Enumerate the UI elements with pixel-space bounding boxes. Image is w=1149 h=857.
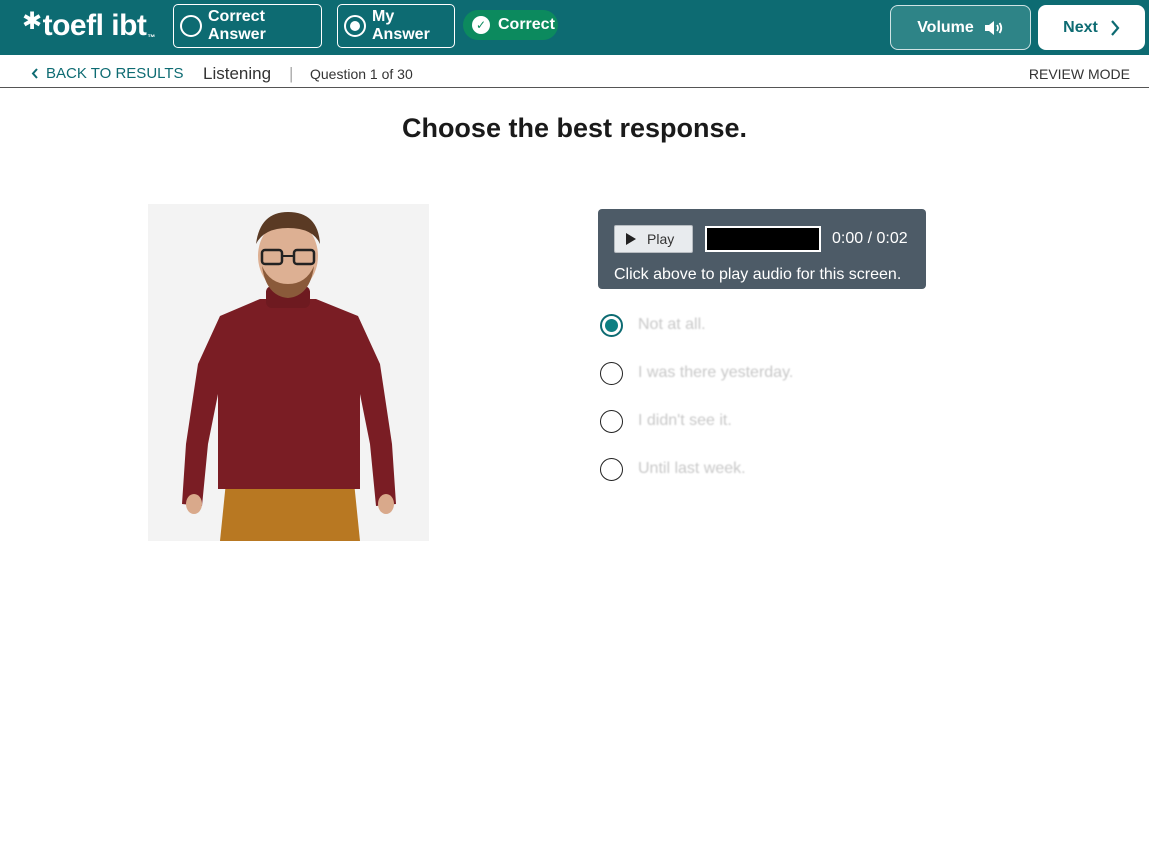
speaker-photo <box>148 204 429 541</box>
sub-header: BACK TO RESULTS Listening | Question 1 o… <box>0 55 1149 88</box>
status-badge-label: Correct <box>498 16 555 33</box>
correct-answer-button[interactable]: Correct Answer <box>173 4 322 48</box>
volume-label: Volume <box>917 18 974 36</box>
top-bar: ✱ toefl ibt ™ Correct Answer My Answer ✓ C… <box>0 0 1149 55</box>
check-icon: ✓ <box>472 16 490 34</box>
radio-unselected[interactable] <box>600 409 623 433</box>
answer-option-text: I didn't see it. <box>638 412 732 429</box>
next-button[interactable]: Next <box>1038 5 1145 50</box>
my-answer-label: My Answer <box>372 8 430 43</box>
answer-option-text: Until last week. <box>638 460 746 477</box>
audio-progress-bar[interactable] <box>705 226 821 252</box>
separator: | <box>289 64 294 83</box>
answer-option-2[interactable]: I was there yesterday. <box>600 360 793 386</box>
chevron-left-icon <box>31 68 38 79</box>
question-counter: Question 1 of 30 <box>310 66 413 82</box>
instruction-heading: Choose the best response. <box>401 113 748 143</box>
back-to-results-link[interactable]: BACK TO RESULTS <box>31 65 184 82</box>
answer-option-1[interactable]: Not at all. <box>600 312 706 338</box>
radio-unselected[interactable] <box>600 361 623 385</box>
audio-time: 0:00 / 0:02 <box>832 230 908 247</box>
play-button[interactable]: Play <box>614 225 693 253</box>
answer-option-3[interactable]: I didn't see it. <box>600 408 732 434</box>
back-to-results-label: BACK TO RESULTS <box>46 65 184 82</box>
volume-button[interactable]: Volume <box>890 5 1031 50</box>
play-label: Play <box>647 231 675 247</box>
answer-option-text: I was there yesterday. <box>638 364 794 381</box>
answer-option-text: Not at all. <box>638 316 706 333</box>
radio-filled-icon <box>344 15 366 37</box>
play-icon <box>626 233 636 245</box>
audio-hint: Click above to play audio for this scree… <box>614 266 902 283</box>
next-label: Next <box>1063 18 1098 36</box>
audio-player: Play 0:00 / 0:02 Click above to play aud… <box>598 209 926 289</box>
answer-option-4[interactable]: Until last week. <box>600 456 746 482</box>
status-badge: ✓ Correct <box>463 10 558 40</box>
radio-selected[interactable] <box>600 313 623 337</box>
speaker-icon <box>984 20 1002 35</box>
chevron-right-icon <box>1111 19 1120 36</box>
toefl-logo: ✱ toefl ibt ™ <box>22 8 155 42</box>
radio-unselected[interactable] <box>600 457 623 481</box>
correct-answer-label: Correct Answer <box>208 8 266 43</box>
my-answer-button[interactable]: My Answer <box>337 4 455 48</box>
radio-empty-icon <box>180 15 202 37</box>
section-name: Listening <box>203 64 272 83</box>
review-mode-label: REVIEW MODE <box>1028 66 1130 82</box>
